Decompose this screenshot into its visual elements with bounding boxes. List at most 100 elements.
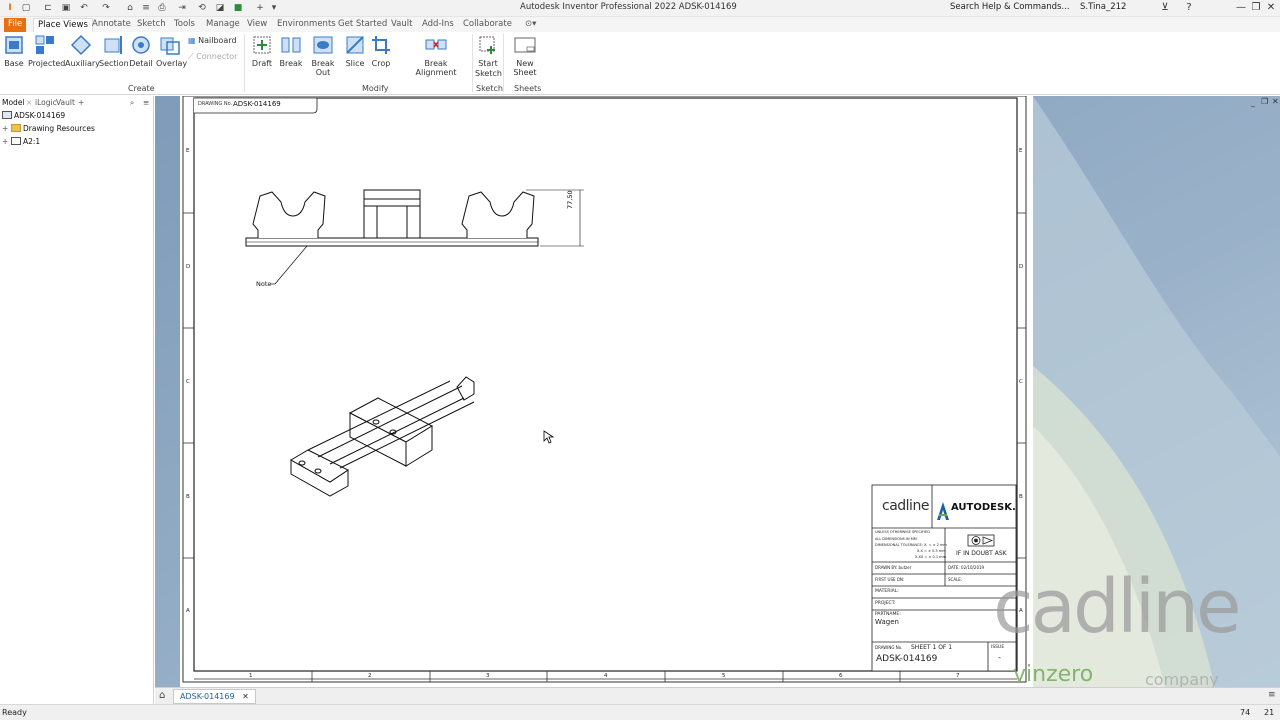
watermark-company: company [1145,670,1219,687]
section-view-button[interactable]: Section [99,34,129,68]
tree-node-drawing-resources[interactable]: + Drawing Resources [2,124,95,133]
tree-node-root[interactable]: ADSK-014169 [2,111,65,120]
browser-tab-close-icon[interactable]: × [26,98,32,107]
tab-environments[interactable]: Environments [273,18,340,32]
tab-vault[interactable]: Vault [387,18,416,32]
tab-view[interactable]: View [243,18,271,32]
tab-file[interactable]: File [4,18,27,32]
add-icon[interactable]: + [254,2,266,14]
section-view-label: Section [99,59,129,68]
zone-letter-right: B [1019,494,1023,500]
tab-sketch[interactable]: Sketch [133,18,170,32]
zone-number: 5 [722,673,726,679]
home-tab-icon[interactable]: ⌂ [159,690,165,701]
projected-view-icon [35,35,54,54]
open-file-icon[interactable]: ⊏ [42,2,54,14]
document-tab-close-icon[interactable]: ✕ [242,692,249,701]
tab-place-views[interactable]: Place Views [33,18,93,32]
detail-view-button[interactable]: Detail [129,34,153,68]
minimize-icon[interactable]: — [1234,1,1248,15]
start-sketch-button[interactable]: Start Sketch [475,34,502,78]
dimension-label: 77,50 [566,190,574,209]
restore-icon[interactable]: ❐ [1249,1,1263,15]
connector-label: Connector [196,52,238,61]
undo-icon[interactable]: ↶ [78,2,90,14]
cart-icon[interactable]: ⊻ [1158,1,1172,15]
break-alignment-button[interactable]: Break Alignment [405,34,467,77]
tab-tools[interactable]: Tools [170,18,199,32]
canvas-close-icon[interactable]: ✕ [1272,97,1279,106]
detail-view-label: Detail [129,59,153,68]
new-file-icon[interactable]: ▢ [20,2,32,14]
ribbon-display-options-icon[interactable]: ⊙▾ [521,18,540,32]
start-sketch-label-1: Start [478,59,498,68]
browser-tab-model[interactable]: Model [2,98,25,107]
zone-letter-left: E [186,148,190,154]
tab-get-started[interactable]: Get Started [334,18,391,32]
print-icon[interactable]: ⎙ [156,2,168,14]
document-tab[interactable]: ADSK-014169 ✕ [173,689,256,704]
customize-dropdown-icon[interactable]: ▾ [268,2,280,14]
browser-tab-vault[interactable]: Vault [56,98,75,107]
canvas-restore-icon[interactable]: ❐ [1261,97,1268,106]
help-icon[interactable]: ? [1182,1,1196,15]
sheet-icon [11,137,21,145]
tb-scale: SCALE: [948,577,963,582]
measure-icon[interactable]: ⇥ [176,2,188,14]
redo-icon[interactable]: ↷ [100,2,112,14]
tab-manage[interactable]: Manage [202,18,244,32]
overlay-view-label: Overlay [156,59,188,68]
tab-collaborate[interactable]: Collaborate [459,18,516,32]
note-label: Note [256,280,272,288]
user-account[interactable]: S.Tina_212 [1080,2,1126,12]
status-count-2: 21 [1264,708,1275,717]
sheets-group-label: Sheets [514,84,542,93]
tab-add-ins[interactable]: Add-Ins [418,18,458,32]
browser-add-tab-button[interactable]: + [78,98,84,107]
tb-tol1: X.X = ± 0.5 mm [917,549,946,553]
draft-button[interactable]: Draft [251,34,273,68]
material-icon[interactable]: ■ [232,2,244,14]
slice-button[interactable]: Slice [344,34,366,68]
update-icon[interactable]: ≡ [140,2,152,14]
overlay-view-button[interactable]: Overlay [156,34,188,68]
select-icon[interactable]: ⟲ [196,2,208,14]
watermark-vinzero: vinzero [1013,662,1094,687]
save-icon[interactable]: ▣ [60,2,72,14]
browser-tab-ilogic[interactable]: iLogic [35,98,57,107]
expand-icon[interactable]: + [2,124,11,133]
canvas-minimize-icon[interactable]: _ [1251,98,1255,107]
home-icon[interactable]: ⌂ [124,2,136,14]
expand-icon[interactable]: + [2,137,11,146]
ribbon-tabs: File Place Views Annotate Sketch Tools M… [0,17,1280,32]
help-search-input[interactable]: Search Help & Commands... [950,2,1070,12]
tb-date: DATE: 02/10/2019 [948,565,985,570]
nailboard-button[interactable]: ▦ Nailboard [188,36,237,45]
tab-menu-icon[interactable]: ≡ [1268,690,1276,700]
close-icon[interactable]: ✕ [1264,1,1278,15]
graphics-window[interactable]: DRAWING No. ADSK-014169 77,50 Note E D C… [155,96,1280,687]
crop-button[interactable]: Crop [370,34,392,68]
projected-view-label: Projected [28,59,66,68]
drawing-graphics [182,96,1027,683]
auxiliary-view-button[interactable]: Auxiliary [65,34,100,68]
appearance-icon[interactable]: ◪ [214,2,226,14]
drawing-sheet[interactable]: DRAWING No. ADSK-014169 77,50 Note E D C… [180,96,1033,687]
browser-menu-icon[interactable]: ≡ [143,98,149,107]
slice-label: Slice [345,59,365,68]
new-sheet-icon [514,37,536,53]
browser-search-icon[interactable]: ⌕ [130,98,134,108]
connector-button[interactable]: ⟋ Connector [188,52,237,62]
break-button[interactable]: Break [279,34,303,68]
zone-number: 6 [839,673,843,679]
zone-letter-left: C [186,379,190,385]
inventor-logo-icon[interactable]: I [4,2,16,14]
projected-view-button[interactable]: Projected [28,34,66,68]
sketch-group-label: Sketch [476,84,503,93]
tb-doubt: IF IN DOUBT ASK [956,550,1007,557]
tree-node-sheet[interactable]: + A2:1 [2,137,40,146]
tab-annotate[interactable]: Annotate [88,18,135,32]
new-sheet-button[interactable]: New Sheet [505,34,545,77]
break-out-button[interactable]: Break Out [305,34,341,77]
base-view-button[interactable]: Base [3,34,25,68]
